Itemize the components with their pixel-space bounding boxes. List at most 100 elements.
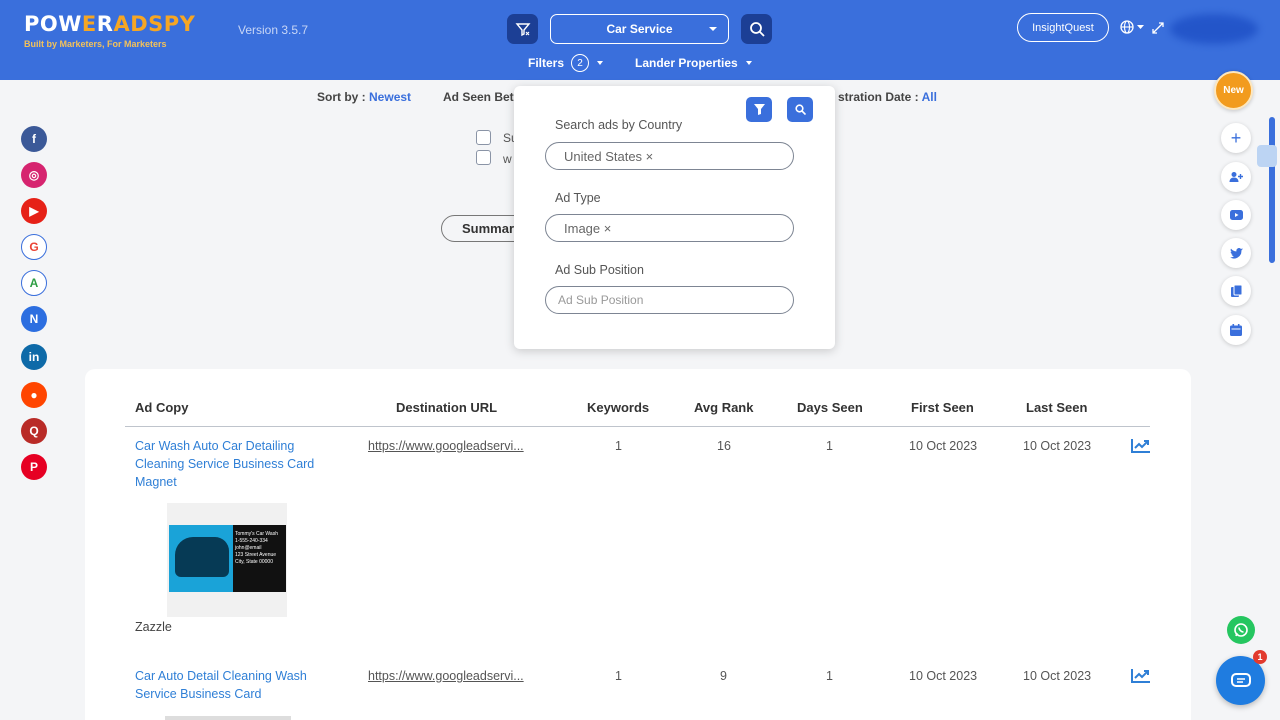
ad-type-select[interactable]: Image × xyxy=(545,214,794,242)
chat-unread-badge: 1 xyxy=(1253,650,1267,664)
filter-toggle-button[interactable] xyxy=(507,14,538,44)
language-selector[interactable] xyxy=(1120,20,1145,34)
card-car-silhouette xyxy=(175,537,229,577)
whatsapp-icon xyxy=(1234,623,1248,637)
fullscreen-button[interactable] xyxy=(1152,21,1164,39)
google-icon[interactable]: G xyxy=(21,234,47,260)
col-days-seen[interactable]: Days Seen xyxy=(797,400,863,415)
insightquest-button[interactable]: InsightQuest xyxy=(1017,13,1109,42)
logo-part: ADSPY xyxy=(113,12,196,36)
search-icon xyxy=(794,104,806,115)
sort-by[interactable]: Sort by : Newest xyxy=(317,90,411,104)
popup-search-button[interactable] xyxy=(787,97,813,122)
reg-label: stration Date : xyxy=(838,90,919,104)
pinterest-glyph: P xyxy=(29,460,38,474)
col-destination-url[interactable]: Destination URL xyxy=(396,400,497,415)
calendar-icon xyxy=(1230,324,1242,336)
ad-copy-link[interactable]: Car Auto Detail Cleaning Wash Service Bu… xyxy=(135,667,325,703)
destination-url-link[interactable]: https://www.googleadservi... xyxy=(368,669,524,683)
checkbox-1[interactable] xyxy=(476,130,491,145)
checkbox-2[interactable] xyxy=(476,150,491,165)
col-last-seen[interactable]: Last Seen xyxy=(1026,400,1087,415)
instagram-icon[interactable]: ◎ xyxy=(21,162,47,188)
youtube-glyph: ▶ xyxy=(29,204,39,218)
col-keywords[interactable]: Keywords xyxy=(587,400,649,415)
lander-label: Lander Properties xyxy=(635,56,738,70)
instagram-glyph: ◎ xyxy=(28,168,40,182)
logo[interactable]: POWERADSPY xyxy=(24,12,195,36)
reddit-icon[interactable]: ● xyxy=(21,382,47,408)
filters-popup: Search ads by Country United States × Ad… xyxy=(514,86,835,349)
apply-filter-button[interactable] xyxy=(746,97,772,122)
linkedin-icon[interactable]: in xyxy=(21,344,47,370)
logo-part: POW xyxy=(24,12,82,36)
lander-properties-dropdown[interactable]: Lander Properties xyxy=(635,56,752,70)
pinterest-icon[interactable]: P xyxy=(21,454,47,480)
header-divider xyxy=(125,426,1150,427)
plus-icon: + xyxy=(1230,127,1242,148)
trend-chart-icon[interactable] xyxy=(1131,438,1151,453)
facebook-icon[interactable]: f xyxy=(21,126,47,152)
chevron-down-icon xyxy=(709,27,717,31)
destination-url-link[interactable]: https://www.googleadservi... xyxy=(368,439,524,453)
calendar-button[interactable] xyxy=(1221,315,1251,345)
advertiser-name[interactable]: Zazzle xyxy=(135,620,172,634)
version-label: Version 3.5.7 xyxy=(238,23,309,37)
add-button[interactable]: + xyxy=(1221,123,1251,153)
avg-rank-value: 16 xyxy=(717,439,731,453)
user-profile-redacted[interactable] xyxy=(1170,14,1258,44)
registration-date-filter[interactable]: stration Date : All xyxy=(838,90,937,104)
youtube-icon[interactable]: ▶ xyxy=(21,198,47,224)
copy-icon xyxy=(1230,285,1242,297)
first-seen-value: 10 Oct 2023 xyxy=(909,669,978,683)
avg-rank-value: 9 xyxy=(720,669,727,683)
native-icon[interactable]: N xyxy=(21,306,47,332)
google-ads-icon[interactable]: A xyxy=(21,270,47,296)
search-button[interactable] xyxy=(741,14,772,44)
col-first-seen[interactable]: First Seen xyxy=(911,400,974,415)
sort-label: Sort by : xyxy=(317,90,366,104)
reddit-glyph: ● xyxy=(30,388,38,402)
twitter-icon xyxy=(1229,247,1243,258)
trend-chart-icon[interactable] xyxy=(1131,668,1151,683)
ad-sub-position-input[interactable]: Ad Sub Position xyxy=(545,286,794,314)
fingerprint-widget[interactable] xyxy=(1257,145,1277,167)
filter-icon xyxy=(515,23,530,37)
top-header: POWERADSPY Built by Marketers, For Marke… xyxy=(0,0,1280,80)
whatsapp-button[interactable] xyxy=(1227,616,1255,644)
page-scrollbar[interactable] xyxy=(1269,117,1275,263)
keyword-value: Car Service xyxy=(606,22,673,36)
user-plus-icon xyxy=(1229,172,1243,182)
youtube-rail-button[interactable] xyxy=(1221,200,1251,230)
ad-image-thumbnail[interactable]: Tommy's Car Wash 1-555-240-334 john@emai… xyxy=(167,503,287,617)
keywords-value: 1 xyxy=(615,439,622,453)
col-avg-rank[interactable]: Avg Rank xyxy=(694,400,753,415)
days-seen-value: 1 xyxy=(826,439,833,453)
filter-icon xyxy=(753,104,765,115)
search-icon xyxy=(749,22,765,37)
add-user-button[interactable] xyxy=(1221,162,1251,192)
copy-button[interactable] xyxy=(1221,276,1251,306)
twitter-rail-button[interactable] xyxy=(1221,238,1251,268)
days-seen-value: 1 xyxy=(826,669,833,683)
logo-part: E xyxy=(81,12,97,36)
first-seen-value: 10 Oct 2023 xyxy=(909,439,978,453)
new-feature-button[interactable]: New xyxy=(1214,71,1253,110)
quora-icon[interactable]: Q xyxy=(21,418,47,444)
ad-seen-between[interactable]: Ad Seen Bet xyxy=(443,90,514,104)
keyword-select[interactable]: Car Service xyxy=(550,14,729,44)
google-glyph: G xyxy=(29,240,39,254)
ad-copy-link[interactable]: Car Wash Auto Car Detailing Cleaning Ser… xyxy=(135,437,325,491)
sub-filters-bar: Filters 2 Lander Properties xyxy=(528,54,752,72)
caret-down-icon xyxy=(597,61,604,65)
facebook-glyph: f xyxy=(32,132,36,146)
reg-value: All xyxy=(921,90,937,104)
filters-dropdown[interactable]: Filters 2 xyxy=(528,54,604,72)
country-select[interactable]: United States × xyxy=(545,142,794,170)
results-table: Ad Copy Destination URL Keywords Avg Ran… xyxy=(85,369,1191,720)
checkbox-2-label: w xyxy=(503,152,512,166)
google-ads-glyph: A xyxy=(29,276,39,290)
native-glyph: N xyxy=(29,312,39,326)
ad-image-thumbnail[interactable] xyxy=(165,716,291,720)
col-ad-copy[interactable]: Ad Copy xyxy=(135,400,188,415)
